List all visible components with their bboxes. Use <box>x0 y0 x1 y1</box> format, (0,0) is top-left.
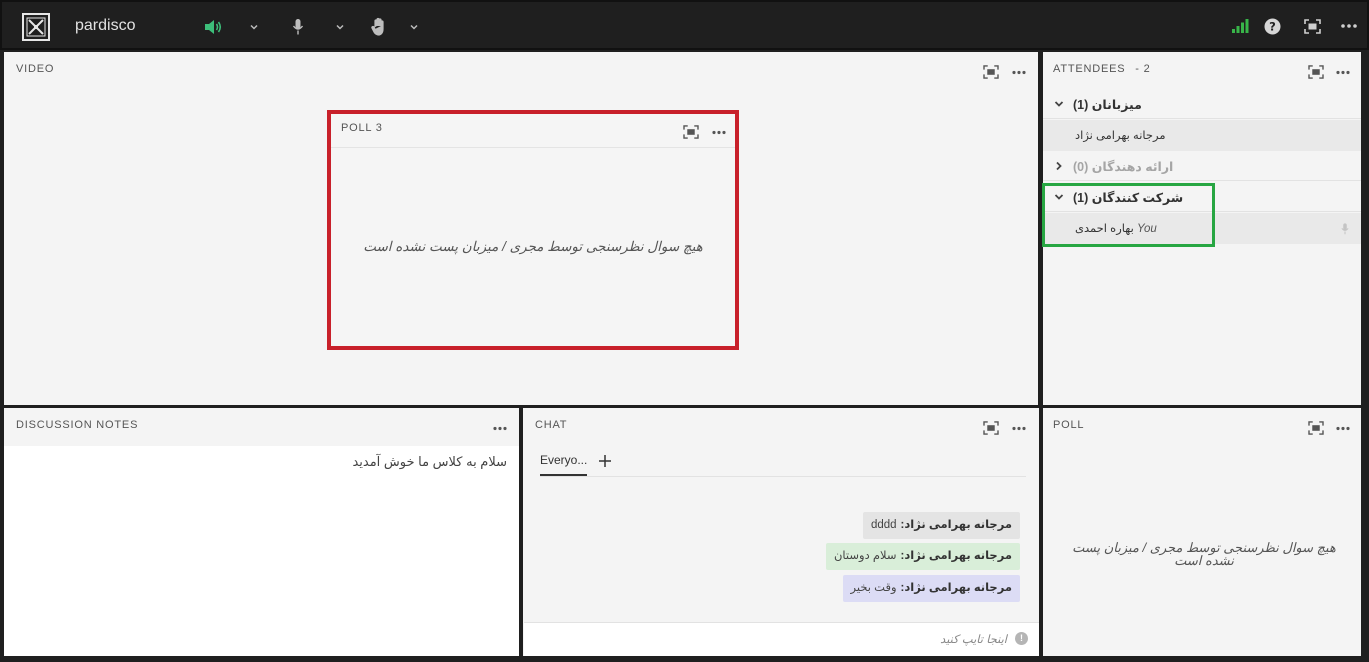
raise-hand-button[interactable] <box>368 16 390 38</box>
help-button[interactable]: ? <box>1262 16 1282 36</box>
top-bar: pardisco ? <box>0 0 1369 50</box>
chat-message-text: dddd <box>870 519 897 531</box>
chevron-right-icon <box>1056 161 1062 171</box>
poll-panel-title: POLL <box>1053 419 1085 431</box>
fullscreen-icon <box>1308 421 1324 435</box>
poll-3-empty-message: هیچ سوال نظرسنجی توسط مجری / میزبان پست … <box>363 239 703 254</box>
speaker-button[interactable] <box>202 16 224 38</box>
app-title: pardisco <box>75 17 136 34</box>
chat-more-button[interactable] <box>1009 419 1029 437</box>
chat-message-sender: مرجانه بهرامی نژاد: <box>900 519 1012 531</box>
participants-highlight <box>1042 183 1215 247</box>
more-icon <box>1012 70 1026 74</box>
chat-panel: CHAT Everyo... مرجانه بهرامی نژاد:dddd م… <box>523 408 1039 656</box>
attendee-group-label: ارائه دهندگان (0) <box>1073 160 1174 174</box>
app-logo <box>22 13 50 41</box>
chat-message: مرجانه بهرامی نژاد:dddd <box>862 512 1020 539</box>
attendees-more-button[interactable] <box>1333 63 1353 81</box>
chat-message-text: وقت بخیر <box>850 582 897 594</box>
microphone-icon <box>1341 223 1349 235</box>
video-more-button[interactable] <box>1009 63 1029 81</box>
video-panel-title: VIDEO <box>16 63 55 75</box>
more-icon <box>1012 426 1026 430</box>
add-tab-icon[interactable] <box>598 454 612 468</box>
poll-3-more-button[interactable] <box>709 123 729 141</box>
more-icon <box>712 130 726 134</box>
notes-content: سلام به کلاس ما خوش آمدید <box>352 454 507 469</box>
fullscreen-icon <box>1303 18 1321 34</box>
attendees-title-text: ATTENDEES <box>1053 63 1126 75</box>
fullscreen-icon <box>983 65 999 79</box>
attendees-panel-title: ATTENDEES - 2 <box>1053 63 1151 75</box>
chat-message: مرجانه بهرامی نژاد:سلام دوستان <box>825 543 1020 570</box>
notes-panel: DISCUSSION NOTES سلام به کلاس ما خوش آمد… <box>4 408 519 656</box>
microphone-icon <box>292 19 304 35</box>
notes-editor[interactable] <box>4 446 519 656</box>
chevron-down-icon[interactable] <box>334 21 346 33</box>
raise-hand-icon <box>371 17 384 36</box>
logo-mark-icon <box>26 17 46 37</box>
connection-status[interactable] <box>1230 16 1250 36</box>
chat-input[interactable]: اینجا تایپ کنید ! <box>524 622 1039 656</box>
chevron-down-icon[interactable] <box>408 21 420 33</box>
fullscreen-button[interactable] <box>1302 16 1322 36</box>
attendee-group-presenters[interactable]: ارائه دهندگان (0) <box>1043 151 1361 181</box>
chat-panel-title: CHAT <box>535 419 568 431</box>
poll-fullscreen-button[interactable] <box>1306 419 1326 437</box>
chat-tab-everyone[interactable]: Everyo... <box>540 453 587 467</box>
poll-empty-message: هیچ سوال نظرسنجی توسط مجری / میزبان پست … <box>1072 540 1336 568</box>
signal-bars-icon <box>1232 19 1249 33</box>
speaker-icon <box>205 20 222 34</box>
attendee-group-label: میزبانان (1) <box>1073 98 1142 112</box>
chat-message-sender: مرجانه بهرامی نژاد: <box>900 582 1012 594</box>
poll-panel: POLL هیچ سوال نظرسنجی توسط مجری / میزبان… <box>1043 408 1361 656</box>
attendees-count: - 2 <box>1135 63 1151 75</box>
notes-panel-title: DISCUSSION NOTES <box>16 419 139 431</box>
help-icon: ? <box>1264 18 1280 34</box>
fullscreen-icon <box>683 125 699 139</box>
more-icon <box>493 426 507 430</box>
chat-tabs-divider <box>540 476 1026 477</box>
poll-3-pod: POLL 3 هیچ سوال نظرسنجی توسط مجری / میزب… <box>327 110 739 350</box>
attendees-fullscreen-button[interactable] <box>1306 63 1326 81</box>
poll-3-divider <box>331 147 735 148</box>
chat-input-placeholder: اینجا تایپ کنید <box>940 634 1007 646</box>
chat-message-sender: مرجانه بهرامی نژاد: <box>900 550 1012 562</box>
poll-3-fullscreen-button[interactable] <box>681 123 701 141</box>
svg-text:?: ? <box>1269 19 1276 33</box>
attendee-group-hosts[interactable]: میزبانان (1) <box>1043 89 1361 119</box>
more-icon <box>1341 24 1357 28</box>
poll-more-button[interactable] <box>1333 419 1353 437</box>
attendee-name: مرجانه بهرامی نژاد <box>1075 130 1166 142</box>
fullscreen-icon <box>983 421 999 435</box>
attendee-row[interactable]: مرجانه بهرامی نژاد <box>1043 120 1361 151</box>
chevron-down-icon <box>1054 101 1064 107</box>
video-fullscreen-button[interactable] <box>981 63 1001 81</box>
more-icon <box>1336 426 1350 430</box>
notes-more-button[interactable] <box>490 419 510 437</box>
more-options-button[interactable] <box>1338 16 1360 36</box>
info-icon[interactable]: ! <box>1015 632 1028 645</box>
microphone-button[interactable] <box>289 16 307 38</box>
chevron-down-icon[interactable] <box>248 21 260 33</box>
chat-message: مرجانه بهرامی نژاد:وقت بخیر <box>842 575 1020 602</box>
more-icon <box>1336 70 1350 74</box>
poll-3-title: POLL 3 <box>341 122 383 134</box>
fullscreen-icon <box>1308 65 1324 79</box>
chat-fullscreen-button[interactable] <box>981 419 1001 437</box>
chat-message-text: سلام دوستان <box>833 550 897 562</box>
